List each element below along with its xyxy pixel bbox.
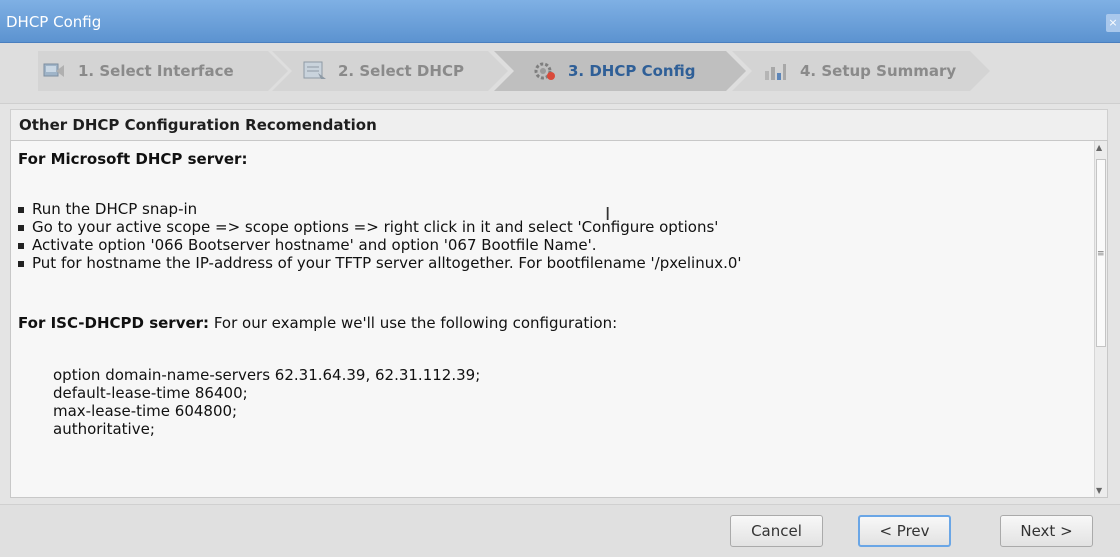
next-button[interactable]: Next >: [1000, 515, 1093, 547]
step-dhcp-config[interactable]: 3. DHCP Config: [494, 51, 746, 91]
wizard-steps: 1. Select Interface 2. Select DHCP 3. DH…: [0, 43, 1120, 104]
bullet-icon: [18, 242, 24, 249]
cancel-button[interactable]: Cancel: [730, 515, 823, 547]
step-label: 2. Select DHCP: [338, 62, 464, 80]
server-select-icon: [302, 59, 328, 83]
section-title: Other DHCP Configuration Recomendation: [19, 116, 377, 134]
step-label: 4. Setup Summary: [800, 62, 957, 80]
config-line: default-lease-time 86400;: [53, 384, 248, 402]
section-header: Other DHCP Configuration Recomendation: [10, 109, 1108, 140]
scroll-down-icon[interactable]: ▼: [1096, 486, 1102, 495]
list-item: Go to your active scope => scope options…: [18, 218, 718, 236]
grip-icon: ≡: [1097, 249, 1105, 259]
isc-paragraph: For ISC-DHCPD server: For our example we…: [18, 314, 617, 332]
close-icon[interactable]: ×: [1106, 14, 1120, 32]
dhcp-config-window: DHCP Config × 1. Select Interface 2. Sel…: [0, 0, 1120, 557]
list-item: Run the DHCP snap-in: [18, 200, 197, 218]
list-item: Put for hostname the IP-address of your …: [18, 254, 742, 272]
step-select-dhcp[interactable]: 2. Select DHCP: [272, 51, 508, 91]
window-title: DHCP Config: [6, 13, 102, 31]
isc-heading: For ISC-DHCPD server:: [18, 314, 210, 332]
bar-chart-icon: [762, 59, 788, 83]
recommendation-panel[interactable]: For Microsoft DHCP server: Run the DHCP …: [10, 140, 1108, 498]
list-item: Activate option '066 Bootserver hostname…: [18, 236, 597, 254]
step-label: 1. Select Interface: [78, 62, 234, 80]
bullet-icon: [18, 260, 24, 267]
gear-config-icon: [532, 59, 558, 83]
step-select-interface[interactable]: 1. Select Interface: [38, 51, 288, 91]
title-bar: DHCP Config ×: [0, 0, 1120, 43]
isc-intro: For our example we'll use the following …: [209, 314, 618, 332]
config-line: authoritative;: [53, 420, 155, 438]
dialog-footer: Cancel < Prev Next >: [0, 504, 1120, 557]
text-cursor-icon: I: [605, 204, 611, 225]
step-label: 3. DHCP Config: [568, 62, 696, 80]
bullet-icon: [18, 206, 24, 213]
scroll-up-icon[interactable]: ▲: [1096, 143, 1102, 152]
ms-heading: For Microsoft DHCP server:: [18, 150, 248, 168]
step-setup-summary[interactable]: 4. Setup Summary: [732, 51, 990, 91]
vertical-scrollbar[interactable]: ▲ ≡ ▼: [1094, 141, 1107, 497]
config-line: max-lease-time 604800;: [53, 402, 238, 420]
prev-button[interactable]: < Prev: [858, 515, 951, 547]
config-line: option domain-name-servers 62.31.64.39, …: [53, 366, 481, 384]
bullet-icon: [18, 224, 24, 231]
network-interface-icon: [42, 59, 68, 83]
